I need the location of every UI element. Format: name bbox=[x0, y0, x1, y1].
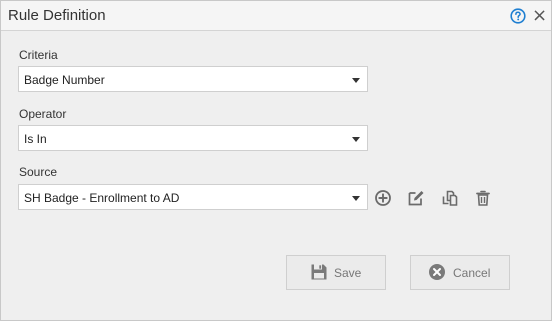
save-button[interactable]: Save bbox=[286, 255, 386, 290]
rule-definition-dialog: Rule Definition × Criteria Badge Number … bbox=[0, 0, 552, 321]
criteria-value: Badge Number bbox=[24, 73, 105, 87]
operator-select[interactable]: Is In bbox=[18, 125, 368, 151]
edit-icon[interactable] bbox=[406, 188, 426, 208]
floppy-disk-icon bbox=[310, 263, 328, 281]
save-label: Save bbox=[334, 266, 362, 280]
chevron-down-icon bbox=[351, 132, 361, 144]
source-label: Source bbox=[19, 165, 58, 179]
help-icon[interactable] bbox=[510, 8, 526, 24]
add-circle-icon[interactable] bbox=[373, 188, 393, 208]
source-select[interactable]: SH Badge - Enrollment to AD bbox=[18, 184, 368, 210]
trash-icon[interactable] bbox=[473, 188, 493, 208]
dialog-titlebar: Rule Definition × bbox=[1, 1, 551, 31]
cancel-circle-icon bbox=[428, 263, 446, 281]
close-icon[interactable]: × bbox=[532, 7, 547, 25]
operator-value: Is In bbox=[24, 132, 47, 146]
cancel-button[interactable]: Cancel bbox=[410, 255, 510, 290]
criteria-select[interactable]: Badge Number bbox=[18, 66, 368, 92]
chevron-down-icon bbox=[351, 73, 361, 85]
dialog-title: Rule Definition bbox=[8, 7, 106, 24]
chevron-down-icon bbox=[351, 191, 361, 203]
criteria-label: Criteria bbox=[19, 48, 58, 62]
operator-label: Operator bbox=[19, 107, 67, 121]
cancel-label: Cancel bbox=[453, 266, 491, 280]
copy-icon[interactable] bbox=[440, 188, 460, 208]
source-value: SH Badge - Enrollment to AD bbox=[24, 191, 180, 205]
